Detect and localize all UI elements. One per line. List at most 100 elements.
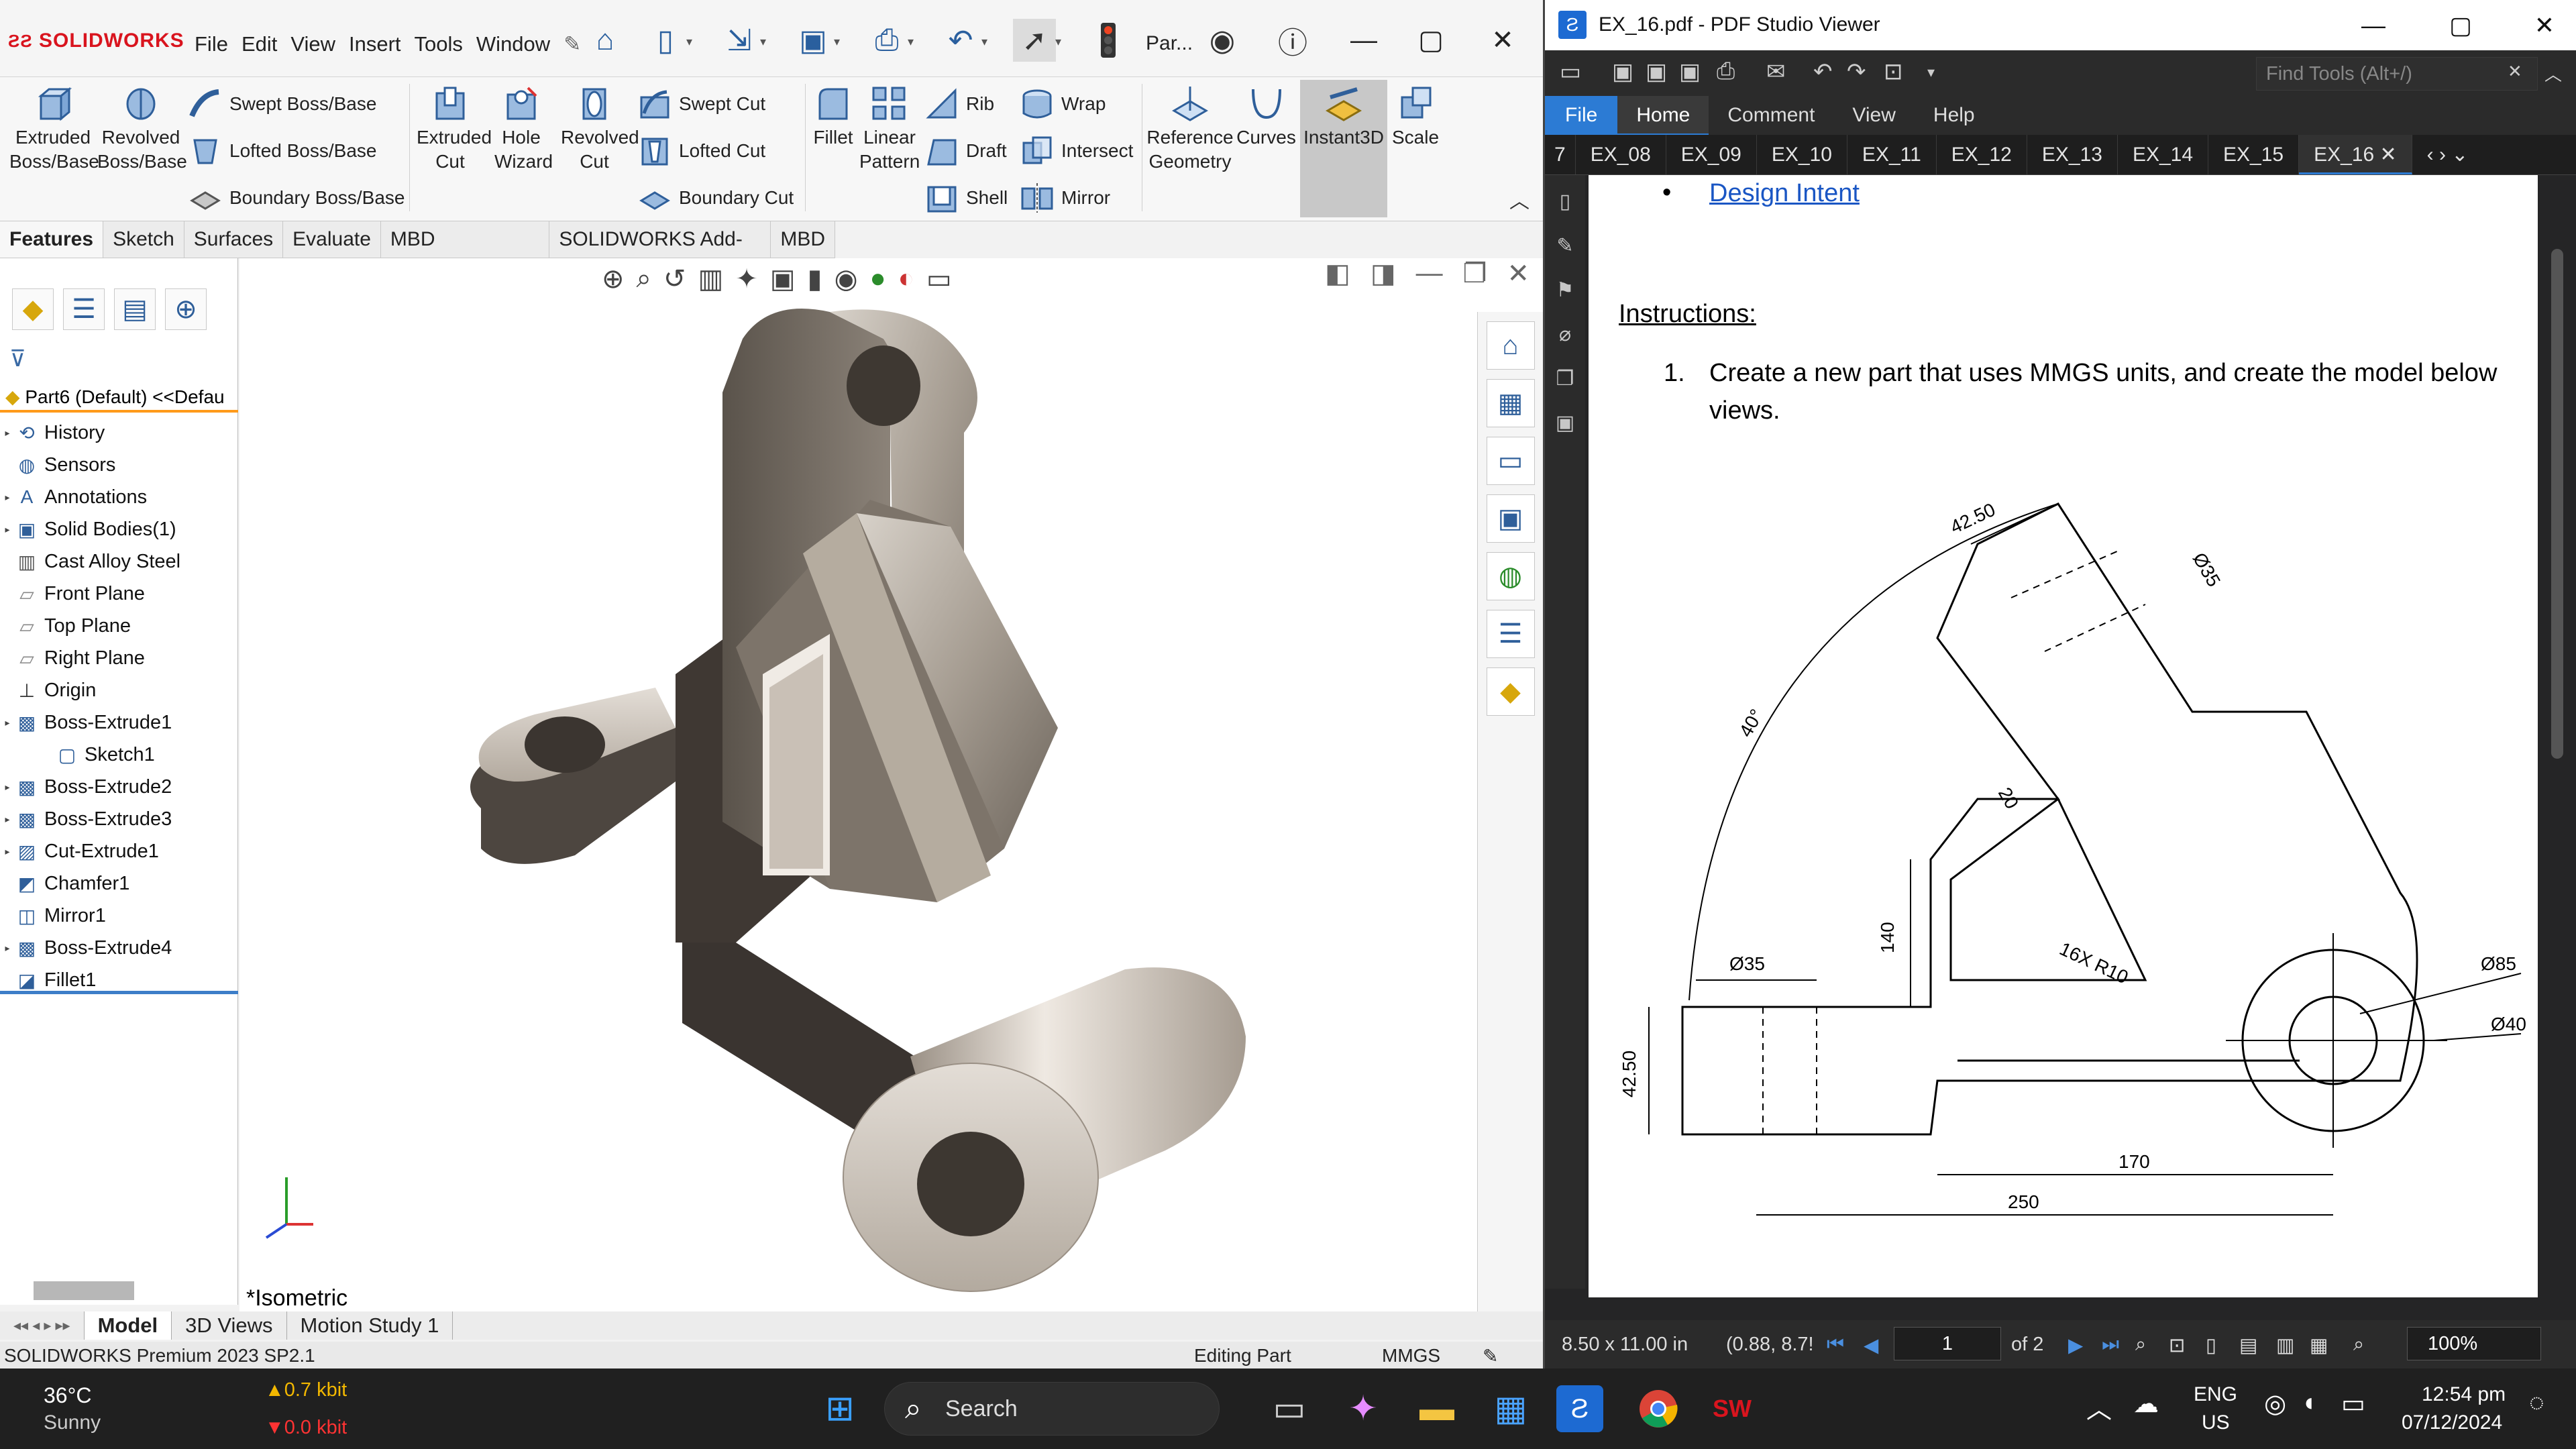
- graphics-viewport[interactable]: ⊕ ⌕ ↺ ▥ ✦ ▣ ▮ ◉ ● ◐ ▭ ◧ ◨ — ❐ ✕ *Isometr…: [239, 258, 1543, 1311]
- dimxpert-icon[interactable]: ⊕: [165, 288, 207, 330]
- tab-motion-study[interactable]: Motion Study 1: [287, 1311, 453, 1340]
- display-style-icon[interactable]: ▮: [808, 264, 822, 304]
- prev-page-icon[interactable]: ◀: [1864, 1334, 1878, 1357]
- onedrive-icon[interactable]: ☁: [2133, 1389, 2159, 1419]
- save-icon[interactable]: ▣: [1612, 58, 1633, 85]
- previous-view-icon[interactable]: ↺: [663, 264, 686, 304]
- menu-tools[interactable]: Tools: [415, 32, 463, 56]
- continuous-icon[interactable]: ▤: [2239, 1334, 2257, 1357]
- tile-right-icon[interactable]: ◨: [1371, 258, 1396, 289]
- doc-tab[interactable]: EX_08: [1576, 135, 1666, 174]
- extruded-cut-button[interactable]: Extruded Cut: [411, 84, 492, 174]
- tree-item[interactable]: ▸ ▨ Cut-Extrude1: [0, 835, 238, 867]
- pdf-minimize-button[interactable]: —: [2350, 7, 2397, 44]
- clock-date[interactable]: 07/12/2024: [2402, 1411, 2502, 1434]
- tree-item[interactable]: ▸ ▩ Boss-Extrude1: [0, 706, 238, 739]
- viewport-close-icon[interactable]: ✕: [1507, 258, 1529, 289]
- grid-view-icon[interactable]: ▦: [2310, 1334, 2328, 1357]
- menu-file[interactable]: File: [1545, 96, 1618, 135]
- language-code[interactable]: ENG: [2194, 1383, 2237, 1406]
- boundary-boss-button[interactable]: Boundary Boss/Base: [188, 178, 405, 218]
- zoom-icon[interactable]: ⊡: [1884, 58, 1903, 85]
- email-icon[interactable]: ✉: [1766, 58, 1786, 85]
- tree-item[interactable]: ⊥ Origin: [0, 674, 238, 706]
- property-manager-icon[interactable]: ☰: [63, 288, 105, 330]
- dynamic-annotation-icon[interactable]: ✦: [735, 264, 758, 304]
- linear-pattern-button[interactable]: Linear Pattern: [856, 84, 923, 174]
- save-icon[interactable]: ▣: [792, 19, 840, 62]
- redo-icon[interactable]: ↷: [1847, 58, 1866, 85]
- resources-home-icon[interactable]: ⌂: [1486, 321, 1535, 370]
- file-explorer-icon[interactable]: ▬: [1409, 1381, 1465, 1437]
- pdf-studio-taskbar-icon[interactable]: Ƨ: [1556, 1385, 1603, 1432]
- globe-icon[interactable]: ◎: [2264, 1389, 2286, 1419]
- expand-arrow-icon[interactable]: ▸: [0, 943, 15, 954]
- tree-item[interactable]: ◍ Sensors: [0, 449, 238, 481]
- tree-item[interactable]: ▸ ▣ Solid Bodies(1): [0, 513, 238, 545]
- last-page-icon[interactable]: ⏭: [2102, 1334, 2119, 1356]
- zoom-to-area-icon[interactable]: ⌕: [637, 264, 651, 304]
- tab-scroll-arrows[interactable]: ‹ › ⌄: [2412, 135, 2483, 174]
- swept-cut-button[interactable]: Swept Cut: [637, 84, 765, 124]
- layers-icon[interactable]: ❐: [1550, 367, 1580, 396]
- battery-icon[interactable]: ▭: [2341, 1389, 2365, 1419]
- menu-comment[interactable]: Comment: [1709, 96, 1833, 135]
- expand-arrow-icon[interactable]: ▸: [0, 782, 15, 793]
- tree-item[interactable]: ▸ A Annotations: [0, 481, 238, 513]
- lofted-cut-button[interactable]: Lofted Cut: [637, 131, 765, 171]
- attachments-icon[interactable]: ⌀: [1550, 323, 1580, 352]
- nav-arrows[interactable]: ◂◂ ◂ ▸ ▸▸: [0, 1311, 85, 1340]
- single-page-icon[interactable]: ▯: [2206, 1334, 2216, 1357]
- tab-mbd-dimensions[interactable]: MBD Dimensions: [381, 221, 550, 286]
- bookmarks-icon[interactable]: ⚑: [1550, 278, 1580, 308]
- menu-view[interactable]: View: [1833, 96, 1914, 135]
- doc-tab[interactable]: 7: [1545, 135, 1576, 174]
- boundary-cut-button[interactable]: Boundary Cut: [637, 178, 794, 218]
- appearances-icon[interactable]: ◍: [1486, 552, 1535, 600]
- start-icon[interactable]: ⊞: [812, 1381, 868, 1437]
- menu-edit[interactable]: Edit: [241, 32, 277, 56]
- scene-icon[interactable]: ◐: [898, 264, 914, 304]
- pin-icon[interactable]: ✎: [564, 32, 581, 56]
- print-icon[interactable]: ⎙: [865, 19, 914, 62]
- tree-item[interactable]: ▱ Top Plane: [0, 610, 238, 642]
- doc-tab-active[interactable]: EX_16 ✕: [2299, 135, 2412, 174]
- home-icon[interactable]: ⌂: [584, 19, 627, 62]
- mirror-button[interactable]: Mirror: [1020, 178, 1110, 218]
- solidworks-forum-icon[interactable]: ◆: [1486, 667, 1535, 716]
- doc-tab[interactable]: EX_12: [1937, 135, 2027, 174]
- new-document-icon[interactable]: ▯: [644, 19, 692, 62]
- tree-item[interactable]: ▸ ⟲ History: [0, 417, 238, 449]
- tray-overflow-icon[interactable]: ︿: [2086, 1389, 2112, 1426]
- user-account-icon[interactable]: ◉: [1201, 19, 1244, 62]
- instant3d-button[interactable]: Instant3D: [1300, 84, 1387, 150]
- select-arrow-icon[interactable]: ➚: [1013, 19, 1061, 62]
- signatures-icon[interactable]: ▣: [1550, 411, 1580, 441]
- tab-model[interactable]: Model: [84, 1311, 172, 1340]
- expand-arrow-icon[interactable]: ▸: [0, 846, 15, 857]
- expand-arrow-icon[interactable]: ▸: [0, 814, 15, 825]
- menu-view[interactable]: View: [290, 32, 335, 56]
- find-tools-input[interactable]: Find Tools (Alt+/): [2256, 57, 2538, 91]
- filter-icon[interactable]: ⊽: [9, 345, 26, 372]
- copilot-icon[interactable]: ✦: [1335, 1381, 1391, 1437]
- expand-arrow-icon[interactable]: ▸: [0, 492, 15, 503]
- zoom-out-icon[interactable]: ⌕: [2353, 1334, 2364, 1356]
- custom-properties-icon[interactable]: ☰: [1486, 610, 1535, 658]
- revolved-boss-button[interactable]: Revolved Boss/Base: [97, 84, 187, 174]
- horizontal-scrollbar[interactable]: [34, 1281, 134, 1300]
- expand-arrow-icon[interactable]: ▸: [0, 427, 15, 439]
- volume-icon[interactable]: ◖: [2301, 1389, 2316, 1417]
- lofted-boss-button[interactable]: Lofted Boss/Base: [188, 131, 376, 171]
- solidworks-taskbar-icon[interactable]: SW: [1704, 1381, 1760, 1437]
- pdf-vertical-scrollbar[interactable]: [2544, 175, 2571, 1302]
- intersect-button[interactable]: Intersect: [1020, 131, 1133, 171]
- swept-boss-button[interactable]: Swept Boss/Base: [188, 84, 376, 124]
- design-library-icon[interactable]: ▦: [1486, 379, 1535, 427]
- configuration-manager-icon[interactable]: ▤: [114, 288, 156, 330]
- zoom-in-icon[interactable]: ⌕: [2135, 1334, 2146, 1356]
- pdf-close-button[interactable]: ✕: [2521, 7, 2568, 44]
- print-icon[interactable]: ⎙: [1717, 58, 1735, 85]
- appearance-icon[interactable]: ●: [869, 264, 885, 304]
- clock-time[interactable]: 12:54 pm: [2422, 1383, 2506, 1406]
